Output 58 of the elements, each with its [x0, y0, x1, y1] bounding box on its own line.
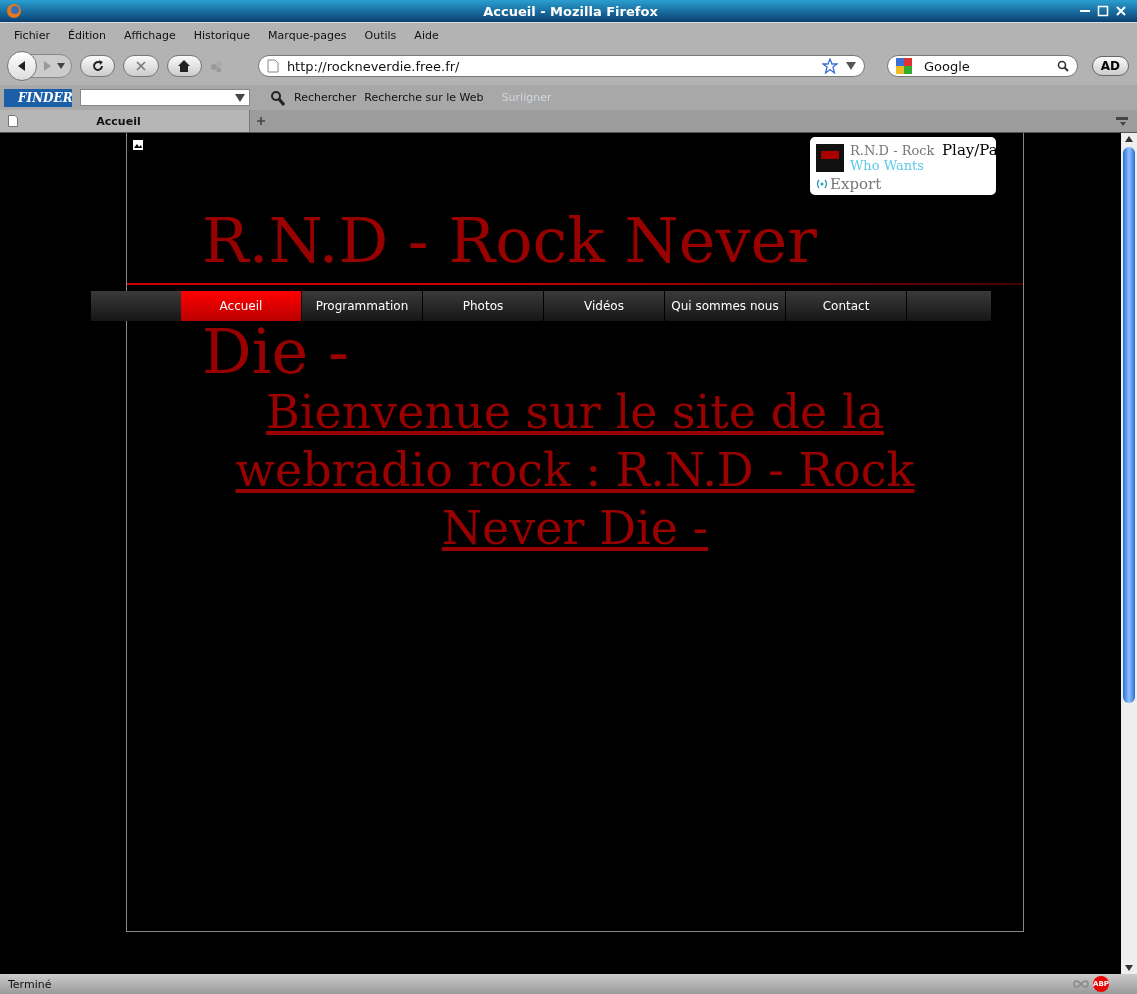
stop-button[interactable] [123, 55, 159, 77]
address-field[interactable]: http://rockneverdie.free.fr/ [257, 55, 865, 77]
status-text: Terminé [8, 977, 52, 991]
finder-logo[interactable]: FINDER [4, 88, 72, 107]
magnifier-icon [270, 89, 286, 106]
play-pause-button[interactable]: Play/Pa [942, 141, 998, 159]
globe-icon [6, 3, 22, 19]
window-title: Accueil - Mozilla Firefox [482, 3, 659, 19]
nav-link[interactable]: Qui sommes nous [665, 291, 786, 321]
close-icon [135, 60, 148, 72]
home-button[interactable] [166, 55, 203, 77]
nav-link[interactable]: Photos [423, 291, 544, 321]
page-icon [8, 115, 18, 127]
star-icon[interactable] [821, 58, 838, 74]
site-heading: Die - [202, 321, 349, 383]
back-icon [16, 60, 28, 72]
site-heading: R.N.D - Rock Never [202, 203, 817, 279]
new-tab-icon[interactable] [256, 116, 266, 126]
toolbar-button[interactable]: Rechercher [294, 91, 357, 104]
dropdown-icon[interactable] [845, 62, 856, 70]
finder-search-field[interactable] [80, 89, 250, 106]
tab-list-icon[interactable] [1115, 115, 1129, 127]
browser-tab[interactable]: Accueil [0, 110, 250, 132]
dropdown-icon[interactable] [235, 93, 245, 102]
home-icon [177, 59, 192, 73]
nav-link[interactable]: Programmation [302, 291, 423, 321]
broadcast-icon [816, 179, 828, 189]
scrollbar[interactable] [1121, 133, 1137, 974]
nav-link[interactable]: Accueil [181, 291, 302, 321]
close-icon[interactable] [1115, 5, 1127, 17]
reload-icon [90, 59, 105, 73]
menu-item[interactable]: Fichier [14, 28, 50, 42]
album-art-icon [816, 144, 844, 172]
reload-button[interactable] [80, 55, 116, 77]
infinity-icon [1073, 979, 1089, 989]
menu-item[interactable]: Aide [414, 28, 439, 42]
dropdown-icon[interactable] [57, 63, 65, 69]
page-icon [266, 59, 279, 73]
station-title: R.N.D - Rock [850, 143, 935, 158]
menu-item[interactable]: Historique [193, 28, 251, 42]
menu-item[interactable]: Édition [67, 28, 106, 42]
broken-image-icon [132, 139, 144, 151]
scroll-up-icon[interactable] [1124, 135, 1134, 143]
back-button[interactable] [7, 51, 37, 81]
search-icon[interactable] [1056, 60, 1069, 72]
search-box[interactable]: Google [886, 55, 1078, 77]
nav-link[interactable]: Vidéos [544, 291, 665, 321]
toolbar-button[interactable]: Recherche sur le Web [364, 91, 484, 104]
menu-item[interactable]: Affichage [124, 28, 176, 42]
export-link[interactable]: Export [830, 175, 882, 193]
track-title: Who Wants [850, 158, 925, 173]
menu-item[interactable]: Outils [364, 28, 397, 42]
menu-item[interactable]: Marque-pages [268, 28, 347, 42]
addon-button[interactable]: AD [1091, 56, 1129, 76]
scroll-down-icon[interactable] [1124, 964, 1134, 972]
maximize-icon[interactable] [1097, 5, 1109, 17]
nav-link[interactable]: Contact [786, 291, 907, 321]
dots-icon [210, 59, 224, 73]
